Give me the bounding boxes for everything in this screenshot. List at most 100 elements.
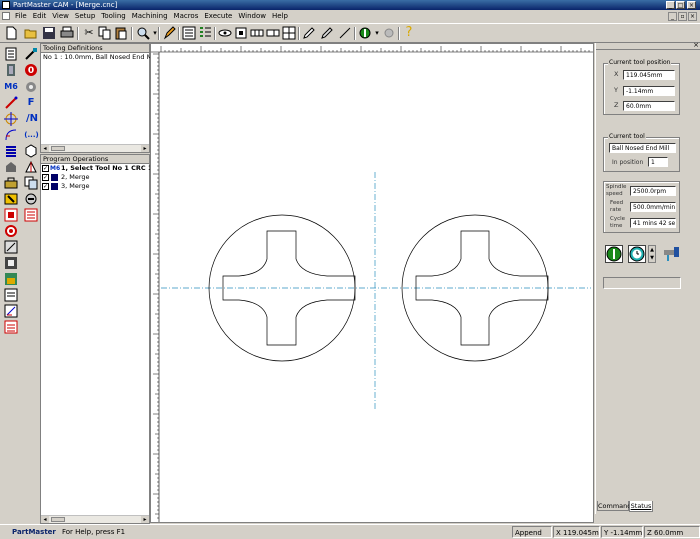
spin-button[interactable]: ▲ ▼ bbox=[648, 245, 656, 263]
export-icon[interactable] bbox=[4, 320, 18, 334]
coolant-icon[interactable] bbox=[24, 80, 38, 94]
menu-help[interactable]: Help bbox=[269, 10, 291, 23]
cut-op-icon[interactable] bbox=[24, 208, 38, 222]
line-tool-icon[interactable] bbox=[4, 96, 18, 110]
contour-icon[interactable] bbox=[4, 176, 18, 190]
slot-icon[interactable] bbox=[4, 256, 18, 270]
page-icon[interactable] bbox=[4, 47, 18, 61]
copy-icon[interactable] bbox=[98, 26, 112, 40]
mdi-close-button[interactable]: × bbox=[688, 12, 697, 21]
profile-icon[interactable] bbox=[4, 224, 18, 238]
scroll-left-icon[interactable]: ◂ bbox=[41, 516, 49, 523]
operation-row[interactable]: ✓ M6 1, Select Tool No 1 CRC 1 TLO bbox=[41, 164, 169, 173]
menu-macros[interactable]: Macros bbox=[171, 10, 202, 23]
pocket-icon[interactable] bbox=[4, 160, 18, 174]
pen-icon[interactable] bbox=[302, 26, 316, 40]
menu-edit[interactable]: Edit bbox=[30, 10, 50, 23]
eraser-icon[interactable] bbox=[320, 26, 334, 40]
operations-header: Program Operations bbox=[41, 155, 149, 164]
menu-setup[interactable]: Setup bbox=[72, 10, 98, 23]
status-z: Z 60.0mm bbox=[644, 526, 700, 538]
operation-label: 2, Merge bbox=[61, 173, 90, 181]
tab-status[interactable]: Status bbox=[629, 501, 653, 512]
circle-tool-icon[interactable] bbox=[4, 112, 18, 126]
mdi-minimize-button[interactable]: _ bbox=[668, 12, 677, 21]
tooling-hscroll[interactable]: ◂ ▸ bbox=[41, 144, 149, 152]
clock-button[interactable] bbox=[628, 245, 646, 263]
tab-command[interactable]: Command bbox=[597, 501, 631, 511]
scroll-thumb[interactable] bbox=[51, 517, 65, 522]
status-x: X 119.045mm bbox=[553, 526, 600, 538]
layer-icon[interactable] bbox=[24, 160, 38, 174]
checkbox[interactable]: ✓ bbox=[42, 174, 49, 181]
paste-icon[interactable] bbox=[114, 26, 128, 40]
run-button[interactable] bbox=[605, 245, 623, 263]
stop-icon[interactable] bbox=[382, 26, 396, 40]
open-icon[interactable] bbox=[24, 26, 38, 40]
scroll-left-icon[interactable]: ◂ bbox=[41, 145, 49, 152]
drawing-svg[interactable] bbox=[151, 44, 593, 522]
new-icon[interactable] bbox=[4, 26, 18, 40]
mdi-restore-button[interactable]: ▫ bbox=[678, 12, 687, 21]
scroll-right-icon[interactable]: ▸ bbox=[141, 516, 149, 523]
drill-icon[interactable] bbox=[4, 192, 18, 206]
coolant-button[interactable] bbox=[662, 244, 682, 264]
arc-tool-icon[interactable] bbox=[4, 128, 18, 142]
left-toolbar-2: 0 F /N (...) bbox=[22, 43, 40, 233]
status-bar: PartMaster For Help, press F1 Append X 1… bbox=[0, 524, 700, 539]
view-iso-icon[interactable] bbox=[282, 26, 296, 40]
menu-file[interactable]: File bbox=[12, 10, 30, 23]
paste-op-icon[interactable] bbox=[24, 192, 38, 206]
close-button[interactable]: × bbox=[687, 1, 696, 9]
operations-hscroll[interactable]: ◂ ▸ bbox=[41, 515, 149, 523]
zero-icon[interactable]: 0 bbox=[24, 63, 38, 77]
cut-icon[interactable]: ✂ bbox=[82, 26, 96, 40]
n-icon[interactable]: /N bbox=[24, 112, 40, 126]
drawing-canvas[interactable] bbox=[150, 43, 594, 523]
help-icon[interactable]: ? bbox=[402, 26, 416, 40]
print-icon[interactable] bbox=[60, 26, 74, 40]
m6-icon[interactable]: M6 bbox=[3, 80, 19, 94]
probe-icon[interactable] bbox=[4, 240, 18, 254]
scroll-right-icon[interactable]: ▸ bbox=[141, 145, 149, 152]
report-icon[interactable] bbox=[4, 304, 18, 318]
document-icon[interactable] bbox=[2, 12, 10, 20]
feed-icon[interactable]: F bbox=[24, 96, 38, 110]
minimize-button[interactable]: _ bbox=[666, 1, 675, 9]
list-icon[interactable] bbox=[182, 26, 196, 40]
save-icon[interactable] bbox=[42, 26, 56, 40]
eye-icon[interactable] bbox=[218, 26, 232, 40]
line-icon[interactable] bbox=[338, 26, 352, 40]
menu-view[interactable]: View bbox=[49, 10, 72, 23]
menu-window[interactable]: Window bbox=[235, 10, 269, 23]
pencil-icon[interactable] bbox=[162, 26, 176, 40]
tree-icon[interactable] bbox=[198, 26, 212, 40]
current-tool-field: Ball Nosed End Mill bbox=[609, 143, 676, 153]
operation-row[interactable]: ✓ 3, Merge bbox=[41, 182, 149, 191]
menu-machining[interactable]: Machining bbox=[129, 10, 171, 23]
copy-op-icon[interactable] bbox=[24, 176, 38, 190]
tool-list-item[interactable]: No 1 : 10.0mm, Ball Nosed End Mill bbox=[41, 53, 158, 62]
view-side-icon[interactable] bbox=[266, 26, 280, 40]
engrave-icon[interactable] bbox=[4, 272, 18, 286]
view-top-icon[interactable] bbox=[234, 26, 248, 40]
tool-icon[interactable] bbox=[4, 63, 18, 77]
view-front-icon[interactable] bbox=[250, 26, 264, 40]
text-icon[interactable] bbox=[4, 288, 18, 302]
zero-icon-label: 0 bbox=[28, 66, 34, 76]
operation-row[interactable]: ✓ 2, Merge bbox=[41, 173, 149, 182]
scroll-thumb[interactable] bbox=[51, 146, 65, 151]
checkbox[interactable]: ✓ bbox=[42, 183, 49, 190]
param-icon[interactable]: (...) bbox=[23, 128, 40, 142]
spring-icon[interactable] bbox=[4, 144, 18, 158]
tool-change-icon[interactable] bbox=[24, 47, 38, 61]
toolbar-separator bbox=[214, 27, 216, 40]
merge-icon bbox=[51, 174, 58, 181]
close-icon[interactable]: × bbox=[693, 41, 699, 49]
menu-tooling[interactable]: Tooling bbox=[98, 10, 128, 23]
menu-execute[interactable]: Execute bbox=[201, 10, 235, 23]
checkbox[interactable]: ✓ bbox=[42, 165, 49, 172]
cube-icon[interactable] bbox=[24, 144, 38, 158]
maximize-button[interactable]: □ bbox=[676, 1, 685, 9]
face-icon[interactable] bbox=[4, 208, 18, 222]
